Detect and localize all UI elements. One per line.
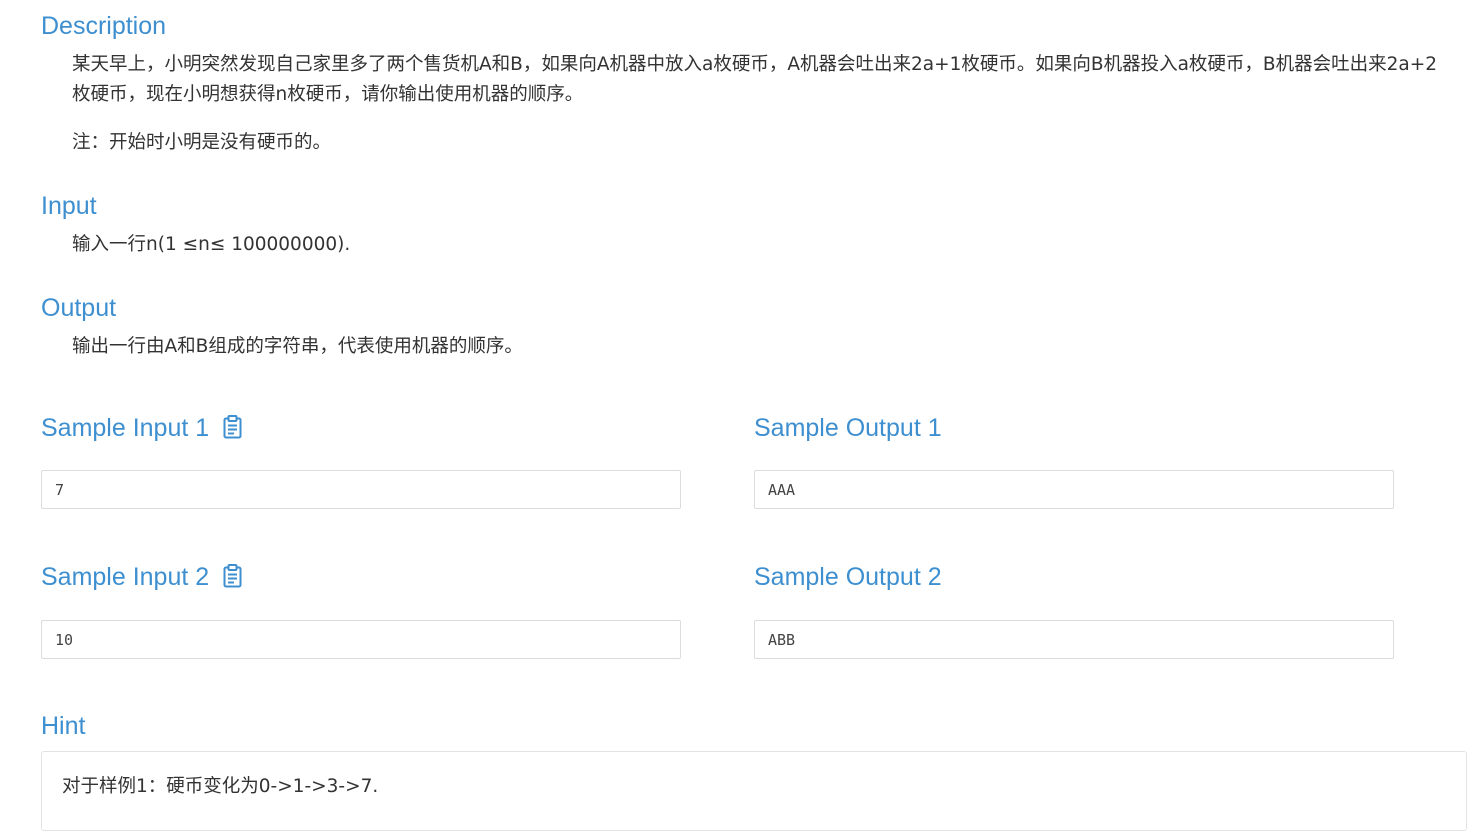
description-heading: Description (41, 12, 167, 40)
input-text: 输入一行n(1 ≤n≤ 100000000). (72, 234, 351, 255)
hint-box: 对于样例1：硬币变化为0->1->3->7. (41, 751, 1467, 831)
output-text: 输出一行由A和B组成的字符串，代表使用机器的顺序。 (72, 336, 523, 357)
sample-input-1-heading: Sample Input 1 (41, 413, 242, 443)
clipboard-icon[interactable] (223, 564, 242, 588)
sample-output-2-box[interactable]: ABB (754, 620, 1394, 659)
description-paragraph: 某天早上，小明突然发现自己家里多了两个售货机A和B，如果向A机器中放入a枚硬币，… (72, 54, 1437, 105)
description-note: 注：开始时小明是没有硬币的。 (72, 132, 332, 153)
sample-output-2-heading: Sample Output 2 (754, 563, 942, 591)
output-heading: Output (41, 294, 117, 322)
sample-output-1-box[interactable]: AAA (754, 470, 1394, 509)
sample-input-1-title: Sample Input 1 (41, 414, 210, 442)
clipboard-icon[interactable] (223, 415, 242, 439)
sample-input-1-box[interactable]: 7 (41, 470, 681, 509)
sample-output-1-heading: Sample Output 1 (754, 414, 942, 442)
input-heading: Input (41, 192, 97, 220)
hint-heading: Hint (41, 712, 86, 740)
hint-text: 对于样例1：硬币变化为0->1->3->7. (62, 776, 379, 797)
sample-input-2-box[interactable]: 10 (41, 620, 681, 659)
sample-input-2-heading: Sample Input 2 (41, 562, 242, 592)
sample-input-2-title: Sample Input 2 (41, 563, 210, 591)
